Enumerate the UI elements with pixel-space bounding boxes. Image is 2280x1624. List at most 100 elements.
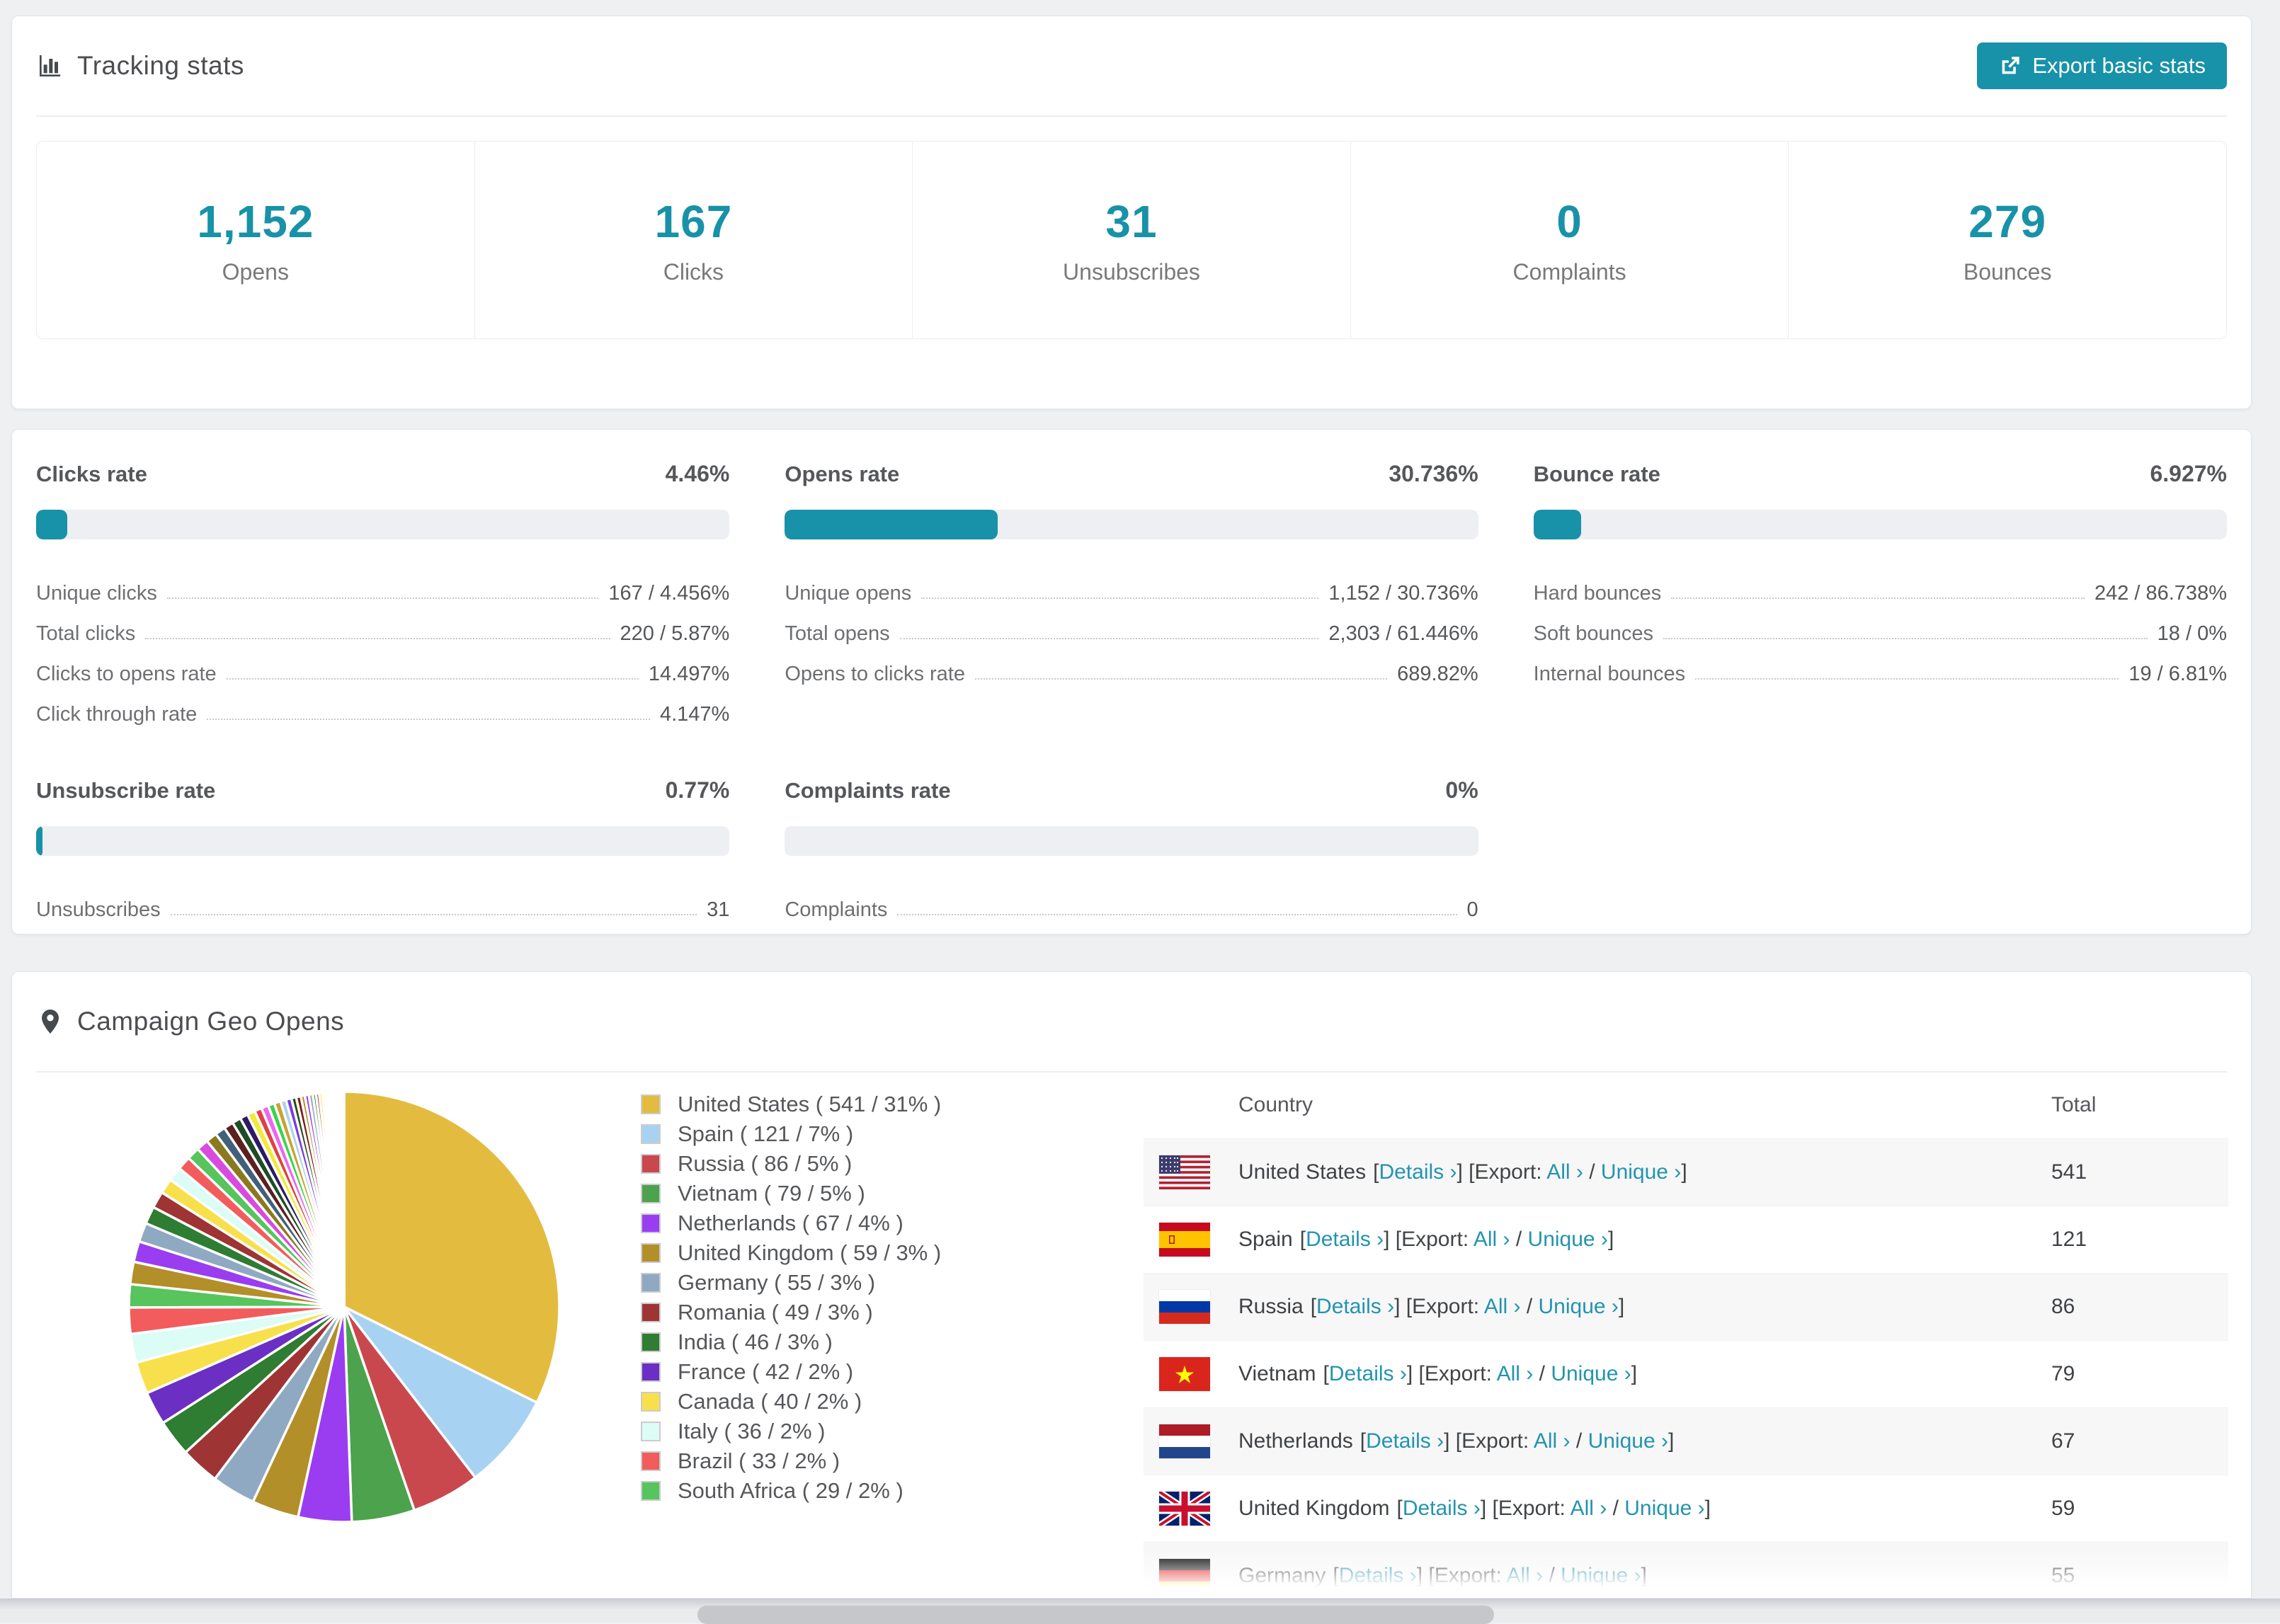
kpi-value: 1,152	[197, 195, 314, 247]
export-unique-link[interactable]: Unique ›	[1624, 1497, 1704, 1520]
export-prefix: ] [Export:	[1457, 1160, 1547, 1184]
tracking-stats-card: Tracking stats Export basic stats 1,152 O…	[11, 16, 2252, 409]
dotted-leader	[897, 914, 1457, 915]
legend-label: Brazil ( 33 / 2% )	[678, 1448, 840, 1473]
table-row-nl: Netherlands [Details ›] [Export: All › / …	[1144, 1407, 2228, 1475]
kpi-label: Unsubscribes	[1063, 258, 1200, 285]
vn-flag-icon	[1159, 1357, 1210, 1391]
kpi-value: 31	[1105, 195, 1158, 247]
export-all-link[interactable]: All ›	[1534, 1429, 1571, 1453]
export-prefix: ] [Export:	[1384, 1228, 1474, 1251]
bracket: [	[1396, 1497, 1403, 1520]
geo-table-header: Country Total	[1144, 1071, 2228, 1138]
rate-row-value: 242 / 86.738%	[2094, 582, 2227, 605]
legend-label: Vietnam ( 79 / 5% )	[678, 1181, 865, 1206]
bracket: ]	[1631, 1362, 1638, 1385]
legend-item-united-states: United States ( 541 / 31% )	[641, 1090, 941, 1119]
export-basic-stats-button[interactable]: Export basic stats	[1977, 42, 2227, 89]
export-all-link[interactable]: All ›	[1497, 1362, 1534, 1385]
kpi-label: Bounces	[1963, 258, 2052, 285]
legend-label: Italy ( 36 / 2% )	[678, 1419, 826, 1443]
bracket: [	[1299, 1228, 1306, 1251]
export-all-link[interactable]: All ›	[1546, 1160, 1583, 1184]
rate-value: 4.46%	[665, 461, 730, 486]
details-link[interactable]: Details ›	[1329, 1362, 1407, 1385]
gb-flag-icon	[1159, 1492, 1210, 1526]
rate-row: Unique opens 1,152 / 30.736%	[785, 565, 1478, 605]
details-link[interactable]: Details ›	[1366, 1429, 1444, 1453]
total-value: 59	[2051, 1497, 2075, 1520]
page-title: Tracking stats	[77, 51, 244, 80]
bracket: [	[1310, 1295, 1317, 1318]
bracket: ]	[1668, 1429, 1675, 1453]
export-all-link[interactable]: All ›	[1474, 1228, 1510, 1251]
rate-row-label: Unique clicks	[36, 582, 157, 605]
table-row-es: Spain [Details ›] [Export: All › / Unique…	[1144, 1206, 2228, 1273]
export-all-link[interactable]: All ›	[1506, 1564, 1543, 1587]
export-prefix: ] [Export:	[1406, 1362, 1497, 1385]
legend-label: Netherlands ( 67 / 4% )	[678, 1211, 904, 1235]
details-link[interactable]: Details ›	[1306, 1228, 1384, 1251]
table-row-ru: Russia [Details ›] [Export: All › / Uniqu…	[1144, 1273, 2228, 1340]
kpi-opens: 1,152 Opens	[37, 142, 475, 338]
total-value: 67	[2051, 1429, 2075, 1453]
rate-row: Internal bounces 19 / 6.81%	[1534, 646, 2227, 686]
country-name: Netherlands	[1238, 1429, 1353, 1453]
separator: /	[1510, 1228, 1528, 1251]
export-unique-link[interactable]: Unique ›	[1528, 1228, 1608, 1251]
separator: /	[1543, 1564, 1561, 1587]
rate-row-value: 19 / 6.81%	[2128, 663, 2227, 685]
rate-row-label: Clicks to opens rate	[36, 663, 217, 685]
rate-row-label: Total clicks	[36, 622, 136, 645]
kpi-unsubscribes: 31 Unsubscribes	[913, 142, 1351, 338]
export-unique-link[interactable]: Unique ›	[1539, 1295, 1619, 1318]
export-all-link[interactable]: All ›	[1484, 1295, 1521, 1318]
bracket: ]	[1641, 1564, 1647, 1587]
horizontal-scrollbar[interactable]	[697, 1606, 1494, 1624]
bracket: ]	[1704, 1497, 1711, 1520]
rate-row-label: Internal bounces	[1533, 663, 1686, 685]
rate-section-clicks-rate: Clicks rate 4.46% Unique clicks 167 / 4.456…	[36, 434, 730, 726]
rates-grid: Clicks rate 4.46% Unique clicks 167 / 4.456…	[12, 430, 2251, 922]
rate-section-opens-rate: Opens rate 30.736% Unique opens 1,152 / 30.…	[785, 434, 1478, 726]
legend-label: India ( 46 / 3% )	[678, 1329, 833, 1354]
legend-item-netherlands: Netherlands ( 67 / 4% )	[641, 1208, 941, 1238]
table-row-us: United States [Details ›] [Export: All › …	[1144, 1138, 2228, 1206]
dotted-leader	[1671, 597, 2085, 599]
rate-value: 6.927%	[2150, 461, 2227, 486]
details-link[interactable]: Details ›	[1403, 1497, 1481, 1520]
export-prefix: ] [Export:	[1394, 1295, 1484, 1318]
progress-bar	[785, 510, 1478, 539]
export-all-link[interactable]: All ›	[1571, 1497, 1607, 1520]
rate-row-value: 4.147%	[659, 703, 730, 726]
rate-name: Opens rate	[785, 462, 900, 486]
rate-row-value: 220 / 5.87%	[620, 622, 730, 645]
rate-row: Hard bounces 242 / 86.738%	[1534, 565, 2227, 605]
legend-item-italy: Italy ( 36 / 2% )	[641, 1417, 941, 1446]
details-link[interactable]: Details ›	[1316, 1295, 1394, 1318]
country-cell: Russia [Details ›] [Export: All › / Uniqu…	[1238, 1295, 2051, 1319]
details-link[interactable]: Details ›	[1339, 1564, 1417, 1587]
kpi-value: 279	[1968, 195, 2047, 247]
rate-row-label: Unique opens	[785, 582, 912, 605]
country-cell: United States [Details ›] [Export: All › …	[1238, 1160, 2051, 1184]
es-flag-icon	[1159, 1223, 1210, 1257]
export-unique-link[interactable]: Unique ›	[1588, 1429, 1668, 1453]
details-link[interactable]: Details ›	[1379, 1160, 1457, 1184]
pie-slice-other-57	[342, 1090, 346, 1308]
export-unique-link[interactable]: Unique ›	[1561, 1564, 1641, 1587]
tracking-stats-header: Tracking stats Export basic stats	[12, 16, 2251, 115]
legend-item-canada: Canada ( 40 / 2% )	[641, 1387, 941, 1417]
export-unique-link[interactable]: Unique ›	[1601, 1160, 1681, 1184]
legend-item-united-kingdom: United Kingdom ( 59 / 3% )	[641, 1238, 941, 1268]
bracket: [	[1360, 1429, 1367, 1453]
country-cell: Germany [Details ›] [Export: All › / Uniq…	[1238, 1564, 2051, 1588]
dotted-leader	[207, 719, 650, 720]
geo-header: Campaign Geo Opens	[12, 972, 2251, 1071]
dotted-leader	[899, 638, 1319, 639]
country-name: United Kingdom	[1238, 1497, 1390, 1520]
export-unique-link[interactable]: Unique ›	[1551, 1362, 1631, 1385]
ru-flag-icon	[1159, 1290, 1210, 1324]
rate-row-label: Complaints	[785, 898, 888, 921]
total-value: 541	[2051, 1160, 2087, 1184]
